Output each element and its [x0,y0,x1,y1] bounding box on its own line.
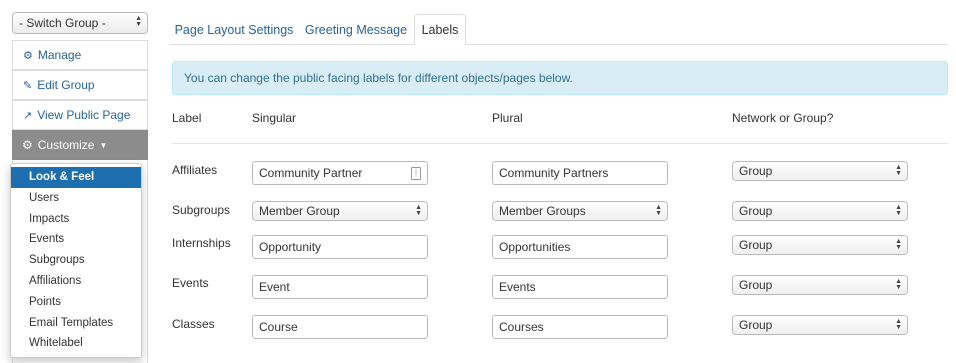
input-value: Event [259,280,290,294]
info-alert: You can change the public facing labels … [172,61,948,95]
row-label-subgroups: Subgroups [172,203,231,217]
info-alert-text: You can change the public facing labels … [184,71,573,85]
plural-input-events[interactable]: Events [492,275,668,299]
row-label-events: Events [172,276,209,290]
select-value: Group [739,238,773,252]
header-network-or-group: Network or Group? [732,111,834,125]
row-label-affiliates: Affiliates [172,163,218,177]
select-arrows-icon: ▲ ▼ [895,164,902,177]
switch-group-select[interactable]: - Switch Group - ▲ ▼ [12,12,148,34]
header-singular: Singular [252,111,297,125]
external-link-icon: ↗ [23,109,33,122]
select-arrows-icon: ▲ ▼ [895,238,902,251]
plural-input-affiliates[interactable]: Community Partners [492,161,668,185]
pencil-icon: ✎ [23,79,33,92]
select-value: Member Groups [499,204,586,218]
plural-input-internships[interactable]: Opportunities [492,235,668,259]
input-value: Courses [499,320,544,334]
sidebar-item-view-public-page[interactable]: ↗ View Public Page [12,100,148,130]
tab-labels[interactable]: Labels [414,14,466,45]
select-arrows-icon: ▲ ▼ [415,204,422,217]
select-arrows-icon: ▲ ▼ [135,15,142,28]
singular-input-events[interactable]: Event [252,275,428,299]
header-label: Label [172,111,202,125]
gears-icon: ⚙ [22,138,33,152]
plural-input-classes[interactable]: Courses [492,315,668,339]
customize-menu: Look & Feel Users Impacts Events Subgrou… [10,163,142,358]
select-value: Group [739,318,773,332]
singular-input-classes[interactable]: Course [252,315,428,339]
scope-select-affiliates[interactable]: Group ▲ ▼ [732,161,908,181]
header-divider [172,143,948,144]
menu-item-subgroups[interactable]: Subgroups [11,250,141,271]
caret-down-icon: ▼ [99,140,108,150]
input-value: Community Partners [499,166,609,180]
select-arrows-icon: ▲ ▼ [895,318,902,331]
menu-item-impacts[interactable]: Impacts [11,209,141,230]
select-value: Group [739,278,773,292]
sidebar-item-label: View Public Page [37,108,131,122]
select-value: Member Group [259,204,340,218]
scope-select-classes[interactable]: Group ▲ ▼ [732,315,908,335]
input-value: Community Partner [259,166,363,180]
scope-select-internships[interactable]: Group ▲ ▼ [732,235,908,255]
select-value: Group [739,204,773,218]
plural-select-subgroups[interactable]: Member Groups ▲ ▼ [492,201,668,221]
header-plural: Plural [492,111,523,125]
switch-group-value: - Switch Group - [19,16,106,30]
singular-input-affiliates[interactable]: Community Partner ⋮ [252,161,428,185]
select-arrows-icon: ▲ ▼ [895,204,902,217]
gears-icon: ⚙ [23,49,33,62]
scope-select-events[interactable]: Group ▲ ▼ [732,275,908,295]
sidebar-item-manage[interactable]: ⚙ Manage [12,40,148,70]
select-value: Group [739,164,773,178]
sidebar-item-label: Manage [37,48,82,62]
customize-dropdown-toggle[interactable]: ⚙ Customize ▼ [12,130,148,160]
input-value: Opportunities [499,240,571,254]
singular-select-subgroups[interactable]: Member Group ▲ ▼ [252,201,428,221]
select-arrows-icon: ▲ ▼ [655,204,662,217]
select-arrows-icon: ▲ ▼ [895,278,902,291]
customize-label: Customize [37,138,95,152]
singular-input-internships[interactable]: Opportunity [252,235,428,259]
menu-item-users[interactable]: Users [11,188,141,209]
row-label-internships: Internships [172,236,231,250]
menu-item-look-feel[interactable]: Look & Feel [11,167,141,188]
scope-select-subgroups[interactable]: Group ▲ ▼ [732,201,908,221]
input-value: Course [259,320,298,334]
menu-item-points[interactable]: Points [11,292,141,313]
tab-page-layout-settings[interactable]: Page Layout Settings [172,14,296,45]
input-value: Opportunity [259,240,322,254]
menu-item-email-templates[interactable]: Email Templates [11,313,141,334]
input-value: Events [499,280,536,294]
sidebar-item-label: Edit Group [37,78,95,92]
tab-greeting-message[interactable]: Greeting Message [300,14,412,45]
sidebar-item-edit-group[interactable]: ✎ Edit Group [12,70,148,100]
row-label-classes: Classes [172,317,215,331]
menu-item-whitelabel[interactable]: Whitelabel [11,333,141,354]
menu-item-affiliations[interactable]: Affiliations [11,271,141,292]
menu-item-events[interactable]: Events [11,229,141,250]
autofill-key-icon: ⋮ [411,167,421,180]
